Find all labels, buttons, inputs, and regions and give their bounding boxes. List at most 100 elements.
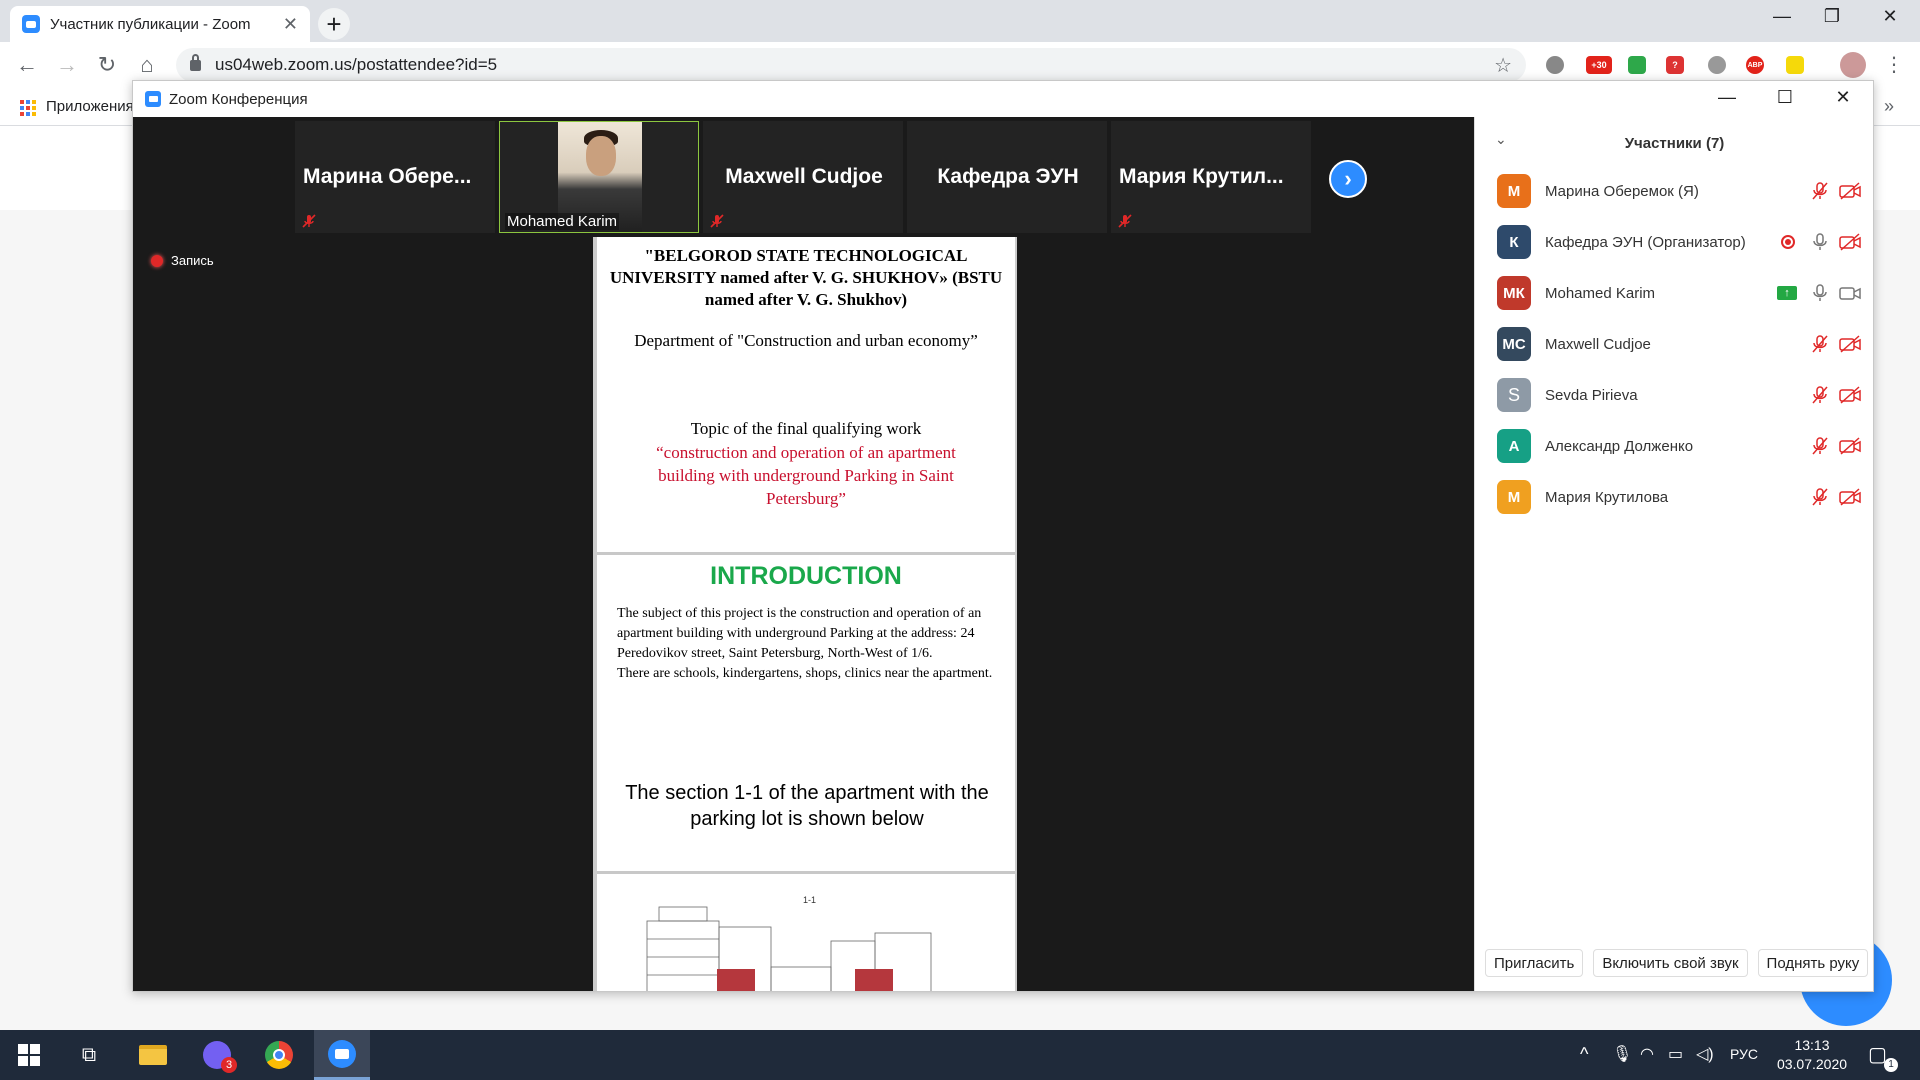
participant-row[interactable]: М Марина Оберемок (Я) (1497, 171, 1867, 211)
thumbnail-name: Maxwell Cudjoe (725, 165, 883, 188)
muted-mic-icon[interactable] (1809, 385, 1831, 405)
profile-avatar[interactable] (1840, 52, 1866, 78)
extension-question-icon[interactable]: ? (1666, 56, 1684, 74)
video-area: Марина Обере... Mohamed Karim Maxwell Cu… (133, 117, 1474, 991)
zoom-close-button[interactable]: ✕ (1823, 87, 1863, 108)
mic-icon[interactable] (1809, 283, 1831, 303)
participants-panel: ⌄ Участники (7) М Марина Оберемок (Я) К … (1474, 117, 1873, 991)
video-thumbnail[interactable]: Мария Крутил... (1111, 121, 1311, 233)
browser-tab-strip: Участник публикации - Zoom ✕ + — ❐ ✕ (0, 0, 1920, 42)
participant-row[interactable]: МК Mohamed Karim ↑ (1497, 273, 1867, 313)
participant-row[interactable]: М Мария Крутилова (1497, 477, 1867, 517)
apps-grid-icon[interactable] (20, 100, 36, 116)
video-off-icon[interactable] (1839, 436, 1861, 456)
extension-weather-icon[interactable]: +30 (1586, 56, 1612, 74)
extension-square-icon[interactable] (1786, 56, 1804, 74)
participant-avatar: А (1497, 429, 1531, 463)
lock-icon (190, 53, 201, 71)
task-view-icon[interactable]: ⧉ (62, 1030, 116, 1080)
video-off-icon[interactable] (1839, 232, 1861, 252)
browser-close-button[interactable]: ✕ (1870, 6, 1910, 27)
participant-face (586, 136, 616, 176)
address-bar[interactable]: us04web.zoom.us/postattendee?id=5 ☆ (176, 48, 1526, 82)
extension-shield-icon[interactable] (1628, 56, 1646, 74)
unmute-button[interactable]: Включить свой звук (1593, 949, 1748, 977)
video-off-icon[interactable] (1839, 334, 1861, 354)
thumbnail-label: Mohamed Karim (505, 213, 620, 230)
recording-dot-icon (151, 254, 163, 267)
bookmarks-more-icon[interactable]: » (1884, 96, 1894, 117)
raise-hand-button[interactable]: Поднять руку (1757, 949, 1869, 977)
new-tab-button[interactable]: + (318, 8, 350, 40)
participant-row[interactable]: S Sevda Pirieva (1497, 375, 1867, 415)
extension-paw-icon[interactable] (1708, 56, 1726, 74)
muted-mic-icon (710, 214, 724, 228)
video-thumbnail[interactable]: Maxwell Cudjoe (703, 121, 903, 233)
invite-button[interactable]: Пригласить (1485, 949, 1584, 977)
volume-icon[interactable]: ◁) (1696, 1044, 1714, 1064)
zoom-taskbar-icon[interactable] (314, 1030, 370, 1080)
video-thumbnail[interactable]: Марина Обере... (295, 121, 495, 233)
tab-title: Участник публикации - Zoom (50, 15, 251, 33)
tray-overflow-icon[interactable]: ^ (1580, 1044, 1588, 1065)
bookmark-star-icon[interactable]: ☆ (1494, 53, 1512, 78)
windows-taskbar: ⧉ 3 ^ 🎙 ◠ ▭ ◁) РУС 13:13 03.07.2020 ▢ 1 (0, 1030, 1920, 1080)
video-thumbnail-active-speaker[interactable]: Mohamed Karim (499, 121, 699, 233)
battery-icon[interactable]: ▭ (1668, 1044, 1683, 1064)
start-button[interactable] (0, 1030, 58, 1080)
browser-maximize-button[interactable]: ❐ (1812, 6, 1852, 27)
department-text: Department of "Construction and urban ec… (634, 331, 978, 350)
extension-circle-icon[interactable] (1546, 56, 1564, 74)
thumbnail-name: Мария Крутил... (1119, 165, 1284, 188)
forward-arrow-icon[interactable]: → (52, 52, 82, 78)
next-page-button[interactable]: › (1329, 160, 1367, 198)
muted-mic-icon (302, 214, 316, 228)
video-off-icon[interactable] (1839, 385, 1861, 405)
participant-avatar: К (1497, 225, 1531, 259)
browser-tab-zoom[interactable]: Участник публикации - Zoom ✕ (10, 6, 310, 42)
introduction-body: The subject of this project is the const… (617, 604, 997, 684)
muted-mic-icon[interactable] (1809, 487, 1831, 507)
reload-icon[interactable]: ↻ (92, 52, 122, 78)
section-caption: The section 1-1 of the apartment with th… (625, 782, 989, 830)
recording-indicator[interactable]: Запись (151, 253, 214, 268)
microphone-tray-icon[interactable]: 🎙 (1612, 1044, 1632, 1064)
zoom-minimize-button[interactable]: — (1707, 87, 1747, 108)
browser-menu-icon[interactable]: ⋮ (1884, 52, 1904, 77)
home-icon[interactable]: ⌂ (132, 52, 162, 78)
extension-adblock-icon[interactable]: ABP (1746, 56, 1764, 74)
video-icon[interactable] (1839, 283, 1861, 303)
browser-minimize-button[interactable]: — (1762, 6, 1802, 27)
drawing-label: 1-1 (803, 895, 817, 905)
windows-logo-icon (18, 1044, 40, 1066)
slide-introduction: INTRODUCTION The subject of this project… (597, 558, 1015, 874)
video-off-icon[interactable] (1839, 487, 1861, 507)
participant-row[interactable]: А Александр Долженко (1497, 426, 1867, 466)
clock[interactable]: 13:13 03.07.2020 (1772, 1036, 1852, 1074)
video-thumbnail[interactable]: Кафедра ЭУН (907, 121, 1107, 233)
recording-label: Запись (171, 253, 214, 268)
muted-mic-icon[interactable] (1809, 334, 1831, 354)
viber-icon[interactable]: 3 (190, 1030, 244, 1080)
clock-time: 13:13 (1794, 1037, 1830, 1053)
back-arrow-icon[interactable]: ← (12, 52, 42, 78)
zoom-maximize-button[interactable]: ☐ (1765, 87, 1805, 108)
participants-panel-buttons: Пригласить Включить свой звук Поднять ру… (1485, 949, 1869, 977)
mic-icon[interactable] (1809, 232, 1831, 252)
zoom-logo-icon (145, 91, 161, 107)
chrome-icon[interactable] (252, 1030, 306, 1080)
language-indicator[interactable]: РУС (1730, 1046, 1758, 1062)
bookmark-apps[interactable]: Приложения (46, 98, 134, 115)
url-text[interactable]: us04web.zoom.us/postattendee?id=5 (215, 55, 1494, 75)
thumbnail-name: Марина Обере... (303, 165, 472, 188)
participant-row[interactable]: К Кафедра ЭУН (Организатор) (1497, 222, 1867, 262)
participant-row[interactable]: MC Maxwell Cudjoe (1497, 324, 1867, 364)
zoom-titlebar: Zoom Конференция (133, 81, 1873, 117)
muted-mic-icon[interactable] (1809, 181, 1831, 201)
clock-date: 03.07.2020 (1776, 1056, 1848, 1072)
video-off-icon[interactable] (1839, 181, 1861, 201)
network-icon[interactable]: ◠ (1640, 1044, 1654, 1064)
file-explorer-icon[interactable] (126, 1030, 180, 1080)
muted-mic-icon[interactable] (1809, 436, 1831, 456)
tab-close-icon[interactable]: ✕ (283, 14, 298, 35)
